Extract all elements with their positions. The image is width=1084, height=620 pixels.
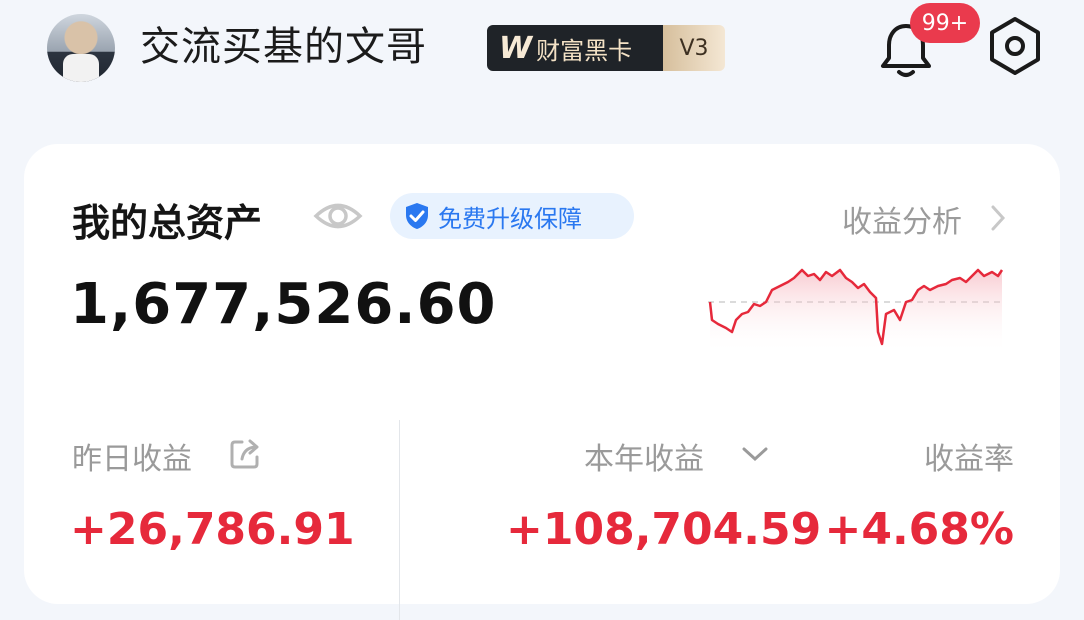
settings-icon[interactable] [985, 16, 1045, 76]
year-profit-label[interactable]: 本年收益 [584, 434, 704, 478]
vip-badge[interactable]: W 财富黑卡 V3 [487, 25, 725, 71]
vip-tier: W 财富黑卡 [487, 25, 663, 71]
upgrade-protection-button[interactable]: 免费升级保障 [390, 193, 634, 239]
assets-card: 我的总资产 免费升级保障 收益分析 1,677,526.60 昨日收益 +26,… [24, 144, 1060, 620]
notification-badge: 99+ [910, 3, 980, 43]
eye-icon[interactable] [313, 197, 363, 235]
share-icon[interactable] [228, 437, 262, 471]
chevron-right-icon[interactable] [990, 204, 1006, 232]
profit-analysis-link[interactable]: 收益分析 [842, 197, 962, 241]
profit-sparkline[interactable] [708, 262, 1004, 354]
total-assets-title: 我的总资产 [72, 201, 263, 245]
username[interactable]: 交流买基的文哥 [140, 22, 427, 72]
stats-divider [399, 420, 400, 620]
year-profit-value: +108,704.59 [506, 504, 822, 555]
upgrade-protection-label: 免费升级保障 [438, 204, 582, 233]
return-rate-value: +4.68% [824, 504, 1014, 555]
shield-check-icon [406, 203, 428, 229]
header: 交流买基的文哥 W 财富黑卡 V3 99+ [0, 0, 1084, 100]
return-rate-label: 收益率 [924, 442, 1014, 477]
vip-tier-label: 财富黑卡 [536, 36, 633, 65]
vip-logo-icon: W [499, 30, 532, 66]
yesterday-profit-value: +26,786.91 [70, 504, 355, 555]
chevron-down-icon[interactable] [740, 444, 770, 464]
vip-level: V3 [663, 25, 725, 71]
yesterday-profit-label: 昨日收益 [72, 442, 192, 477]
user-avatar[interactable] [47, 14, 115, 82]
total-amount: 1,677,526.60 [70, 272, 497, 337]
